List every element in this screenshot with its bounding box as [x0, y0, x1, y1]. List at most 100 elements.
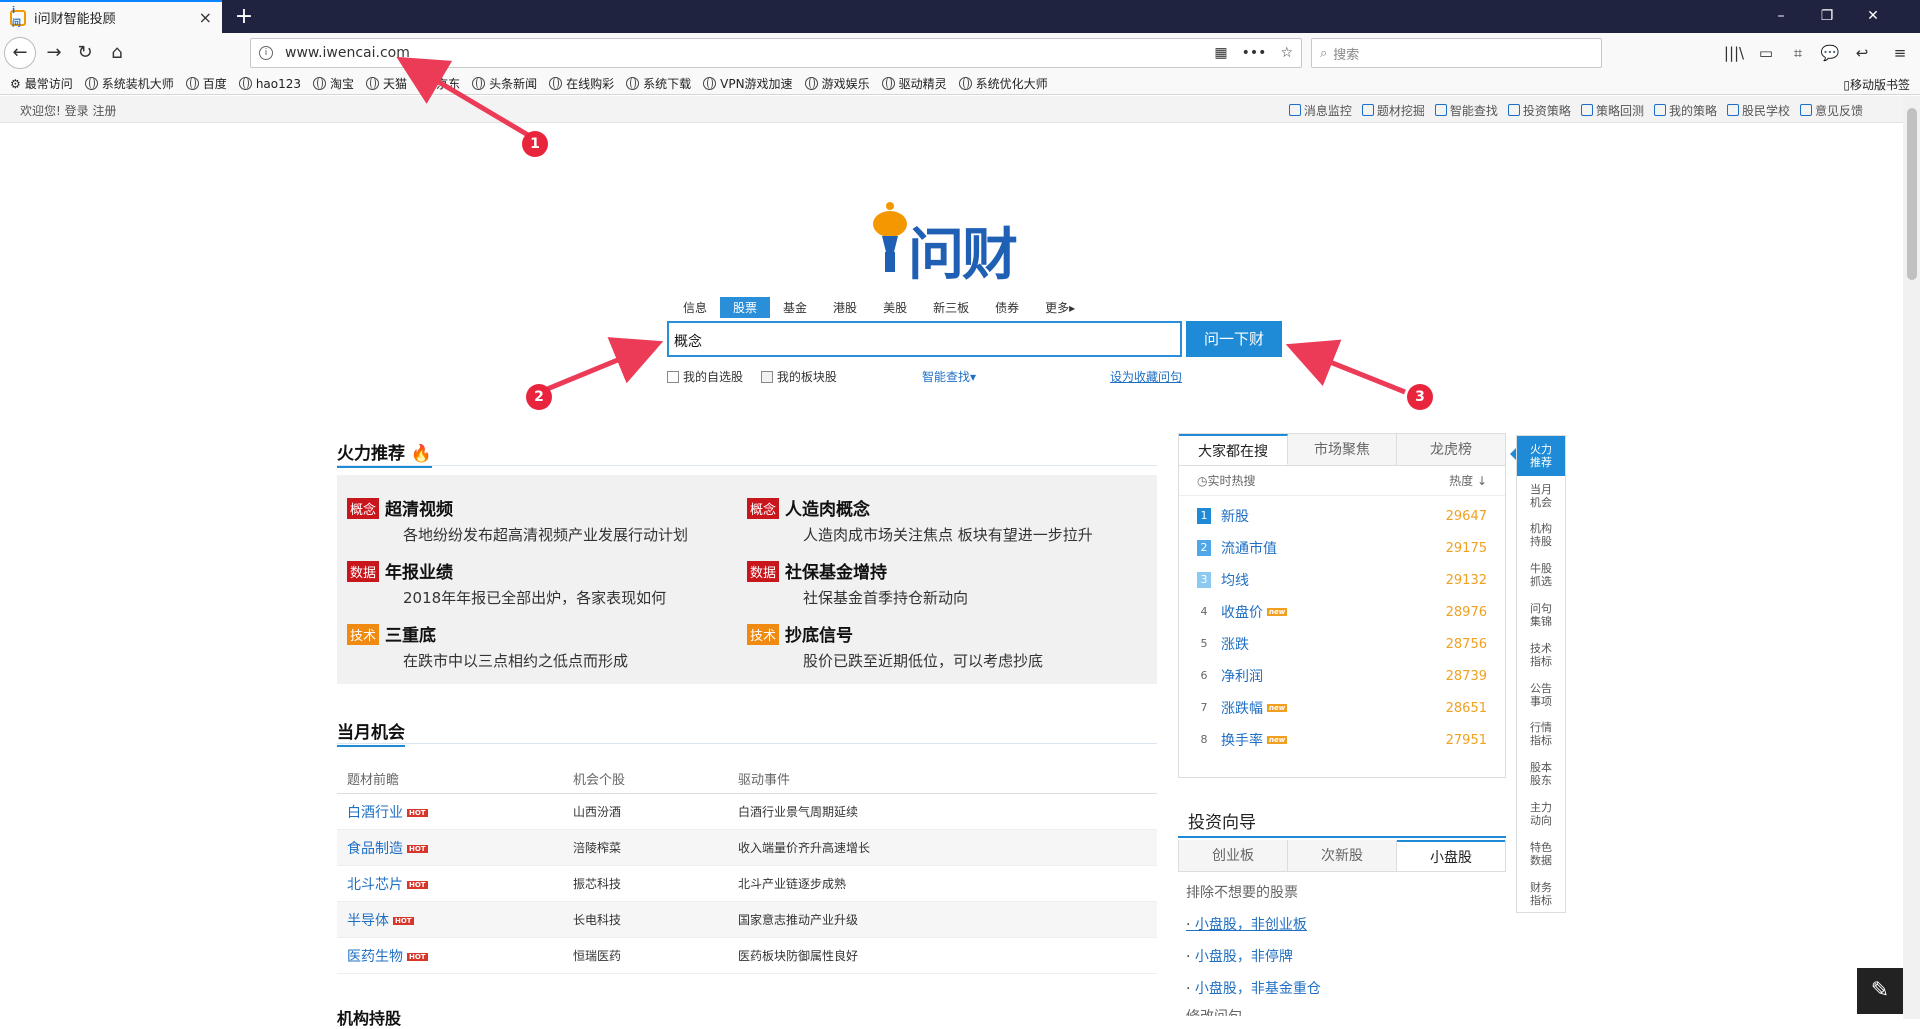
- fire-item-title[interactable]: 社保基金增持: [785, 563, 887, 583]
- fire-item-title[interactable]: 年报业绩: [385, 563, 453, 583]
- list-item[interactable]: 5 涨跌 28756: [1179, 628, 1505, 660]
- edit-pencil-icon[interactable]: ✎: [1857, 968, 1903, 1014]
- search-submit-button[interactable]: 问一下财: [1186, 321, 1282, 357]
- reload-icon[interactable]: ↻: [70, 38, 100, 68]
- menu-icon[interactable]: ≡: [1886, 38, 1914, 68]
- stock-name[interactable]: 山西汾酒: [573, 803, 738, 820]
- stock-name[interactable]: 长电科技: [573, 911, 738, 928]
- side-nav-item[interactable]: 问句集锦: [1517, 595, 1565, 635]
- topic-link[interactable]: 医药生物 HOT: [337, 946, 573, 966]
- topic-link[interactable]: 半导体 HOT: [337, 910, 573, 930]
- search-input[interactable]: 概念: [667, 321, 1182, 357]
- tab-new-third-board[interactable]: 新三板: [920, 297, 982, 318]
- tab-us-stock[interactable]: 美股: [870, 297, 920, 318]
- tab-small-cap[interactable]: 小盘股: [1397, 840, 1505, 871]
- tab-gem-board[interactable]: 创业板: [1179, 840, 1288, 871]
- undo-icon[interactable]: ↩: [1848, 38, 1876, 68]
- bookmark-item[interactable]: 京东: [419, 75, 460, 92]
- list-item[interactable]: 2 流通市值 29175: [1179, 532, 1505, 564]
- top-link-smart-find[interactable]: 智能查找: [1435, 102, 1498, 119]
- fire-item[interactable]: 技术 抄底信号 股价已跌至近期低位，可以考虑抄底: [747, 621, 1127, 671]
- page-actions-icon[interactable]: •••: [1242, 45, 1267, 61]
- set-favorite-link[interactable]: 设为收藏问句: [1110, 368, 1182, 385]
- checkbox-self-stocks[interactable]: 我的自选股: [667, 370, 743, 384]
- side-nav-item[interactable]: 当月机会: [1517, 476, 1565, 516]
- side-nav-item[interactable]: 财务指标: [1517, 874, 1565, 914]
- tab-sub-new-stocks[interactable]: 次新股: [1288, 840, 1397, 871]
- tab-market-focus[interactable]: 市场聚焦: [1288, 434, 1397, 465]
- bookmark-item[interactable]: 百度: [185, 75, 227, 92]
- list-item[interactable]: 6 净利润 28739: [1179, 660, 1505, 692]
- top-link-strategy[interactable]: 投资策略: [1508, 102, 1571, 119]
- fire-item-title[interactable]: 超清视频: [385, 500, 453, 520]
- fire-item-title[interactable]: 抄底信号: [785, 626, 853, 646]
- heat-sort-toggle[interactable]: 热度 ↓: [1449, 472, 1487, 489]
- top-link-my-strategy[interactable]: 我的策略: [1654, 102, 1717, 119]
- bookmark-item[interactable]: 系统装机大师: [84, 75, 174, 92]
- fire-item[interactable]: 数据 年报业绩 2018年年报已全部出炉，各家表现如何: [347, 558, 727, 608]
- list-item[interactable]: 4 收盘价 new 28976: [1179, 596, 1505, 628]
- stock-name[interactable]: 涪陵榨菜: [573, 839, 738, 856]
- chat-icon[interactable]: 💬: [1816, 38, 1844, 68]
- fire-item[interactable]: 概念 超清视频 各地纷纷发布超高清视频产业发展行动计划: [347, 495, 727, 545]
- maximize-icon[interactable]: ❐: [1804, 0, 1850, 33]
- list-item[interactable]: 7 涨跌幅 new 28651: [1179, 692, 1505, 724]
- bookmark-item[interactable]: 驱动精灵: [881, 75, 947, 92]
- site-info-icon[interactable]: i: [259, 46, 273, 60]
- checkbox-block-stocks[interactable]: 我的板块股: [760, 370, 837, 384]
- bookmark-item[interactable]: 淘宝: [313, 75, 354, 92]
- bookmark-item[interactable]: 头条新闻: [472, 75, 537, 92]
- side-nav-item[interactable]: 股本股东: [1517, 754, 1565, 794]
- list-item[interactable]: 8 换手率 new 27951: [1179, 724, 1505, 756]
- tab-dragon-tiger[interactable]: 龙虎榜: [1397, 434, 1505, 465]
- fire-item[interactable]: 数据 社保基金增持 社保基金首季持仓新动向: [747, 558, 1127, 608]
- fire-item-title[interactable]: 三重底: [385, 626, 436, 646]
- invest-link[interactable]: 小盘股，非停牌: [1186, 946, 1321, 966]
- bookmark-star-icon[interactable]: ☆: [1280, 45, 1293, 61]
- list-item[interactable]: 1 新股 29647: [1179, 500, 1505, 532]
- invest-link[interactable]: 小盘股，非创业板: [1186, 914, 1321, 934]
- mobile-bookmarks[interactable]: ▯移动版书签: [1843, 76, 1910, 93]
- stock-name[interactable]: 恒瑞医药: [573, 947, 738, 964]
- fire-item-title[interactable]: 人造肉概念: [785, 500, 870, 520]
- tab-info[interactable]: 信息: [670, 297, 720, 318]
- side-nav-item[interactable]: 特色数据: [1517, 834, 1565, 874]
- top-link-feedback[interactable]: 意见反馈: [1800, 102, 1863, 119]
- bookmark-item[interactable]: hao123: [238, 77, 301, 91]
- window-close-icon[interactable]: ✕: [1850, 0, 1896, 33]
- tab-bond[interactable]: 债券: [982, 297, 1032, 318]
- side-nav-item[interactable]: 行情指标: [1517, 715, 1565, 755]
- tab-everyone-search[interactable]: 大家都在搜: [1179, 434, 1288, 465]
- tab-more[interactable]: 更多▸: [1032, 297, 1088, 318]
- qr-code-icon[interactable]: ▦: [1214, 45, 1227, 61]
- tab-hk-stock[interactable]: 港股: [820, 297, 870, 318]
- top-link-message-monitor[interactable]: 消息监控: [1289, 102, 1352, 119]
- browser-tab[interactable]: i问 i问财智能投顾 ×: [0, 0, 222, 33]
- bookmark-item[interactable]: 游戏娱乐: [804, 75, 870, 92]
- side-nav-item[interactable]: 机构持股: [1517, 516, 1565, 556]
- top-link-backtest[interactable]: 策略回测: [1581, 102, 1644, 119]
- topic-link[interactable]: 食品制造 HOT: [337, 838, 573, 858]
- side-nav-item[interactable]: 主力动向: [1517, 794, 1565, 834]
- welcome-login-links[interactable]: 欢迎您! 登录 注册: [20, 102, 116, 119]
- new-tab-button[interactable]: +: [230, 3, 258, 31]
- tab-fund[interactable]: 基金: [770, 297, 820, 318]
- bookmark-most-visited[interactable]: ⚙ 最常访问: [10, 75, 73, 92]
- forward-arrow-icon[interactable]: →: [39, 38, 69, 68]
- side-nav-item[interactable]: 牛股抓选: [1517, 555, 1565, 595]
- page-scrollbar[interactable]: [1903, 96, 1920, 1019]
- browser-search-input[interactable]: ⌕ 搜索: [1311, 38, 1602, 68]
- invest-link[interactable]: 小盘股，非基金重仓: [1186, 978, 1321, 998]
- screenshot-icon[interactable]: ⌗: [1784, 38, 1812, 68]
- scrollbar-thumb[interactable]: [1907, 108, 1917, 280]
- topic-link[interactable]: 北斗芯片 HOT: [337, 874, 573, 894]
- iwencai-logo[interactable]: 问财: [870, 200, 1030, 288]
- side-nav-item[interactable]: 公告事项: [1517, 675, 1565, 715]
- bookmark-item[interactable]: 系统下载: [626, 75, 691, 92]
- fire-item[interactable]: 技术 三重底 在跌市中以三点相约之低点而形成: [347, 621, 727, 671]
- url-bar[interactable]: i www.iwencai.com ▦ ••• ☆: [250, 38, 1302, 68]
- tab-stock[interactable]: 股票: [720, 297, 771, 318]
- minimize-icon[interactable]: –: [1758, 0, 1804, 33]
- fire-item[interactable]: 概念 人造肉概念 人造肉成市场关注焦点 板块有望进一步拉升: [747, 495, 1127, 545]
- bookmark-item[interactable]: 天猫: [366, 75, 407, 92]
